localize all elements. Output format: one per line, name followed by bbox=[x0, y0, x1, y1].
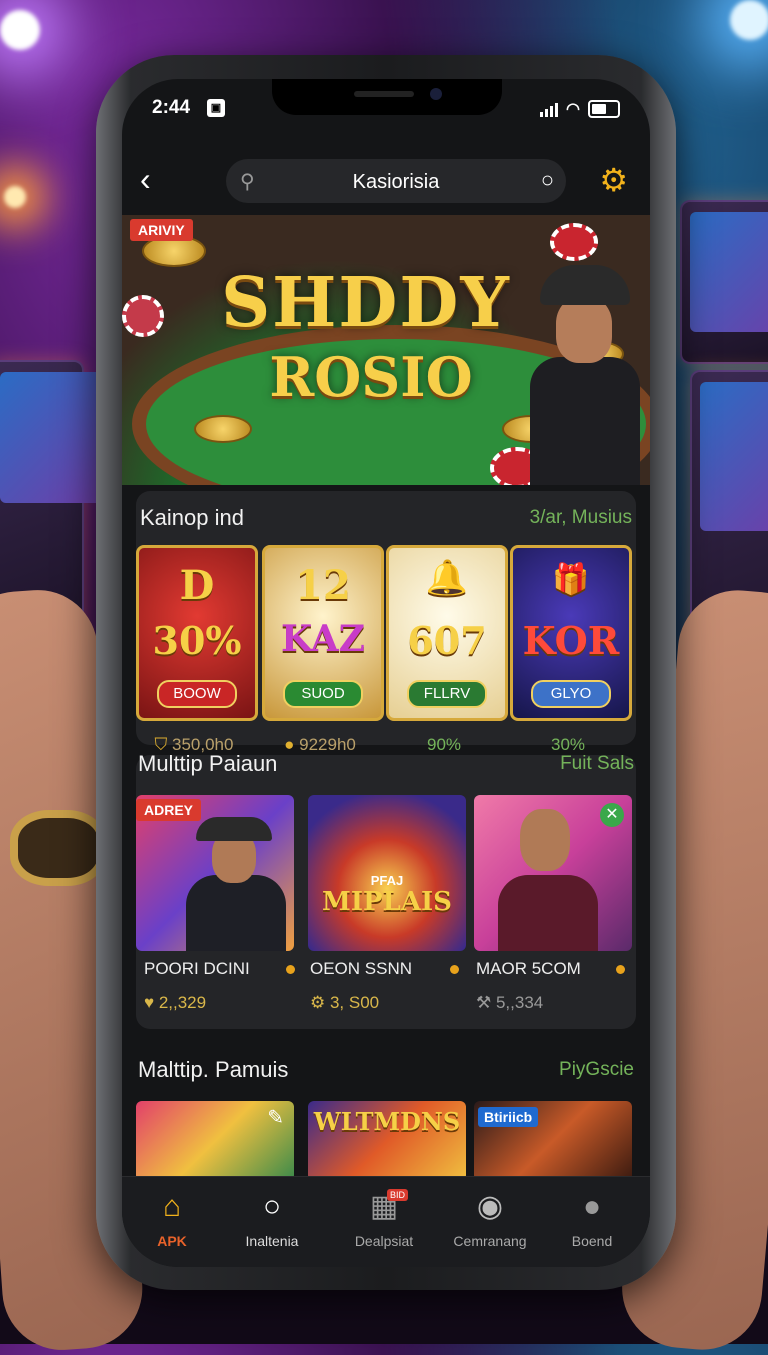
game-logo-small: PFAJ bbox=[370, 873, 404, 888]
card-main: 30% bbox=[152, 618, 242, 663]
section-featured: Kainop ind 3/ar, Musius D 30% BOOW 12 KA… bbox=[136, 491, 636, 754]
stage-light-mid bbox=[4, 186, 26, 208]
battery-icon bbox=[588, 100, 620, 118]
nav-target[interactable]: ◉ Cemranang bbox=[440, 1189, 540, 1249]
banner-title: SHDDY bbox=[221, 263, 511, 343]
section-games: Multtip Paiaun Fuit Sals ADREY PFAJ MIPL… bbox=[136, 751, 636, 1029]
search-icon: ○ bbox=[262, 1190, 282, 1223]
slot-machine-right-top bbox=[680, 200, 768, 364]
game-stat: ⚙ 3, S00 bbox=[310, 993, 380, 1012]
gear-icon[interactable]: ⚙ bbox=[599, 161, 628, 199]
nav-home[interactable]: ⌂ APK bbox=[122, 1189, 222, 1249]
status-dot bbox=[450, 965, 459, 974]
nav-badge: BID bbox=[386, 1189, 408, 1201]
game-tile-6[interactable]: Btiriicb bbox=[474, 1101, 632, 1181]
target-icon: ◉ bbox=[476, 1190, 504, 1223]
grid-icon: ▦ bbox=[369, 1190, 399, 1223]
heart-icon: ♥ bbox=[144, 993, 159, 1012]
ring bbox=[10, 810, 106, 886]
status-dot bbox=[616, 965, 625, 974]
gear-icon: ⚙ bbox=[310, 993, 330, 1012]
status-dot bbox=[286, 965, 295, 974]
game-tag: ADREY bbox=[136, 799, 202, 821]
hero-banner[interactable]: ARIVIY SHDDY ROSIO bbox=[122, 215, 650, 485]
game-stat: ♥ 2,,329 bbox=[144, 993, 207, 1012]
game-tile-2[interactable]: PFAJ MIPLAIS bbox=[308, 795, 466, 951]
back-icon[interactable]: ‹ bbox=[140, 161, 151, 198]
home-icon: ⌂ bbox=[162, 1190, 182, 1223]
card-button[interactable]: GLYO bbox=[531, 680, 611, 708]
section-link[interactable]: 3/ar, Musius bbox=[530, 507, 632, 529]
phone-screen: 2:44 ▣ ◠ ‹ ⚲ Kasiorisia ○ ⚙ ARIVIY SHDDY… bbox=[122, 79, 650, 1267]
card-button[interactable]: FLLRV bbox=[407, 680, 487, 708]
nav-grid[interactable]: ▦ BID Dealpsiat bbox=[334, 1189, 434, 1249]
section-title: Kainop ind bbox=[140, 505, 244, 530]
section-link[interactable]: Fuit Sals bbox=[560, 753, 634, 775]
sim-icon: ▣ bbox=[207, 99, 225, 117]
bell-icon: 🔔 bbox=[425, 558, 469, 598]
promo-card-3[interactable]: 🔔 607 FLLRV bbox=[386, 545, 508, 721]
stage-light-right bbox=[730, 0, 768, 40]
nav-search[interactable]: ○ Inaltenia bbox=[222, 1189, 322, 1249]
card-button[interactable]: SUOD bbox=[283, 680, 363, 708]
game-tile-1[interactable]: ADREY bbox=[136, 795, 294, 951]
search-title: Kasiorisia bbox=[352, 171, 440, 193]
search-bar[interactable]: ⚲ Kasiorisia ○ bbox=[226, 159, 566, 203]
gold-coin bbox=[194, 415, 252, 443]
game-name: MAOR 5COM bbox=[476, 959, 581, 978]
card-main: 607 bbox=[407, 618, 487, 663]
card-top: 12 bbox=[295, 562, 351, 609]
card-main: KOR bbox=[522, 618, 620, 663]
game-tile-5[interactable]: WLTMDNS bbox=[308, 1101, 466, 1181]
section-title: Multtip Paiaun bbox=[138, 751, 278, 776]
game-name: POORI DCINI bbox=[144, 959, 250, 978]
close-icon[interactable]: ✕ bbox=[600, 803, 624, 827]
stage-light-left bbox=[0, 10, 40, 50]
search-button-icon[interactable]: ○ bbox=[541, 167, 554, 193]
phone-frame: 2:44 ▣ ◠ ‹ ⚲ Kasiorisia ○ ⚙ ARIVIY SHDDY… bbox=[96, 55, 676, 1290]
status-bar: 2:44 ▣ ◠ bbox=[152, 97, 620, 121]
bottom-nav: ⌂ APK ○ Inaltenia ▦ BID Dealpsiat ◉ Cemr… bbox=[122, 1176, 650, 1267]
section-link[interactable]: PiyGscie bbox=[559, 1059, 634, 1081]
tool-icon: ⚒ bbox=[476, 993, 496, 1012]
top-bar: ‹ ⚲ Kasiorisia ○ ⚙ bbox=[122, 155, 650, 207]
edit-icon: ✎ bbox=[267, 1107, 284, 1129]
promo-card-1[interactable]: D 30% BOOW bbox=[136, 545, 258, 721]
promo-card-4[interactable]: 🎁 KOR GLYO bbox=[510, 545, 632, 721]
card-top: D bbox=[179, 562, 215, 609]
gift-box-icon: 🎁 bbox=[552, 562, 590, 597]
poker-chip bbox=[550, 223, 598, 261]
card-button[interactable]: BOOW bbox=[157, 680, 237, 708]
clock: 2:44 bbox=[152, 97, 191, 118]
game-name: OEON SSNN bbox=[310, 959, 413, 978]
signal-icon bbox=[540, 101, 559, 117]
game-tile-3[interactable]: ✕ bbox=[474, 795, 632, 951]
game-tag: Btiriicb bbox=[478, 1107, 539, 1127]
game-logo: WLTMDNS bbox=[313, 1107, 461, 1136]
promo-card-2[interactable]: 12 KAZ SUOD bbox=[262, 545, 384, 721]
card-main: KAZ bbox=[280, 618, 366, 660]
banner-subtitle: ROSIO bbox=[269, 345, 473, 409]
section-title: Malttip. Pamuis bbox=[138, 1057, 289, 1082]
wifi-icon: ◠ bbox=[566, 101, 580, 118]
section-more: Malttip. Pamuis PiyGscie ✎ WLTMDNS Btiri… bbox=[136, 1039, 636, 1181]
game-stat: ⚒ 5,,334 bbox=[476, 993, 544, 1012]
banner-tag: ARIVIY bbox=[130, 219, 193, 241]
game-tile-4[interactable]: ✎ bbox=[136, 1101, 294, 1181]
nav-profile[interactable]: ● Boend bbox=[542, 1189, 642, 1249]
game-logo: MIPLAIS bbox=[322, 887, 452, 917]
profile-icon: ● bbox=[582, 1190, 602, 1223]
